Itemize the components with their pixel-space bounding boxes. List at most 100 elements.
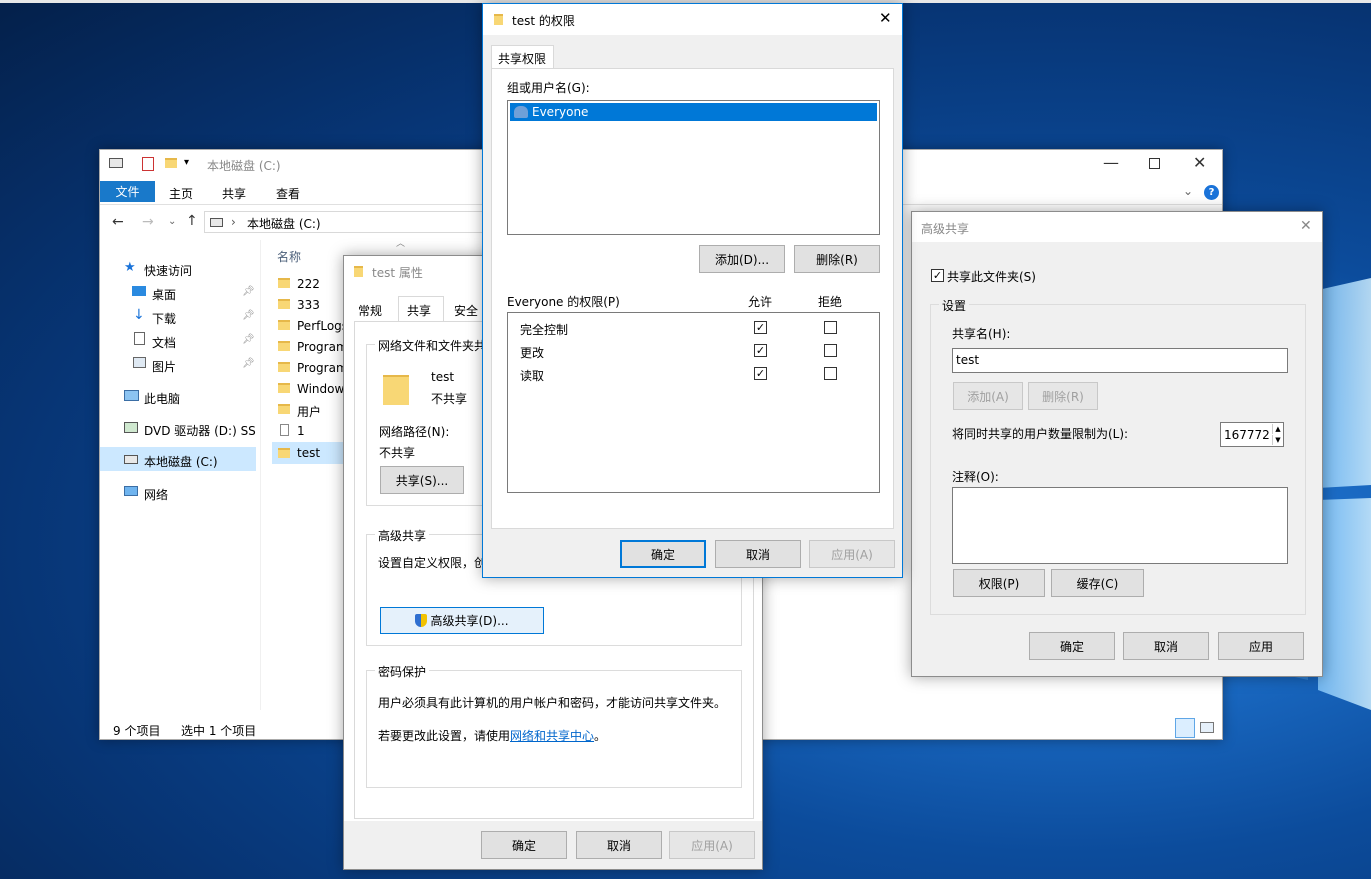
details-view-icon[interactable] (1175, 718, 1195, 738)
permissions-apply-button[interactable]: 应用(A) (809, 540, 895, 568)
customize-quick-icon[interactable]: ▾ (184, 157, 189, 168)
file-item-222[interactable]: 222 (297, 277, 320, 291)
recent-locations-icon[interactable]: ⌄ (168, 216, 176, 227)
file-item-program-files-x86[interactable]: Program (297, 361, 348, 375)
new-folder-quick-icon[interactable] (165, 158, 177, 168)
user-limit-value: 167772 (1224, 428, 1270, 442)
advanced-sharing-button[interactable]: 高级共享(D)... (380, 607, 544, 634)
permissions-cancel-button[interactable]: 取消 (715, 540, 801, 568)
read-deny-checkbox[interactable] (824, 367, 837, 380)
help-icon[interactable]: ? (1204, 185, 1219, 200)
nav-downloads[interactable]: 下载 (152, 310, 176, 327)
cache-button[interactable]: 缓存(C) (1051, 569, 1144, 597)
permissions-close-icon[interactable]: ✕ (879, 9, 892, 27)
user-item-everyone[interactable]: Everyone (510, 103, 877, 121)
folder-icon (278, 404, 290, 414)
full-control-allow-checkbox[interactable]: ✓ (754, 321, 767, 334)
settings-group: 设置 共享名(H): test 添加(A) 删除(R) 将同时共享的用户数量限制… (930, 297, 1306, 615)
comment-textarea[interactable] (952, 487, 1288, 564)
permissions-ok-button[interactable]: 确定 (620, 540, 706, 568)
nav-desktop[interactable]: 桌面 (152, 286, 176, 303)
tab-share-permissions-label: 共享权限 (498, 52, 547, 66)
allow-column-header: 允许 (748, 295, 773, 309)
file-item-1[interactable]: 1 (297, 424, 305, 438)
comment-label: 注释(O): (952, 470, 999, 484)
uac-shield-icon (415, 614, 428, 627)
tab-general[interactable]: 常规 (358, 302, 382, 319)
nav-this-pc[interactable]: 此电脑 (144, 390, 180, 407)
ribbon-tab-file[interactable]: 文件 (100, 181, 155, 202)
share-folder-checkbox[interactable]: ✓ (931, 269, 944, 282)
nav-pictures[interactable]: 图片 (152, 358, 176, 375)
network-sharing-center-link[interactable]: 网络和共享中心 (510, 729, 594, 743)
properties-title-folder-icon (354, 266, 363, 277)
user-limit-label: 将同时共享的用户数量限制为(L): (952, 427, 1129, 441)
up-icon[interactable]: ↑ (186, 213, 198, 229)
tab-share-permissions[interactable]: 共享权限 (491, 45, 554, 69)
permissions-remove-button[interactable]: 删除(R) (794, 245, 880, 273)
permissions-for-label: Everyone 的权限(P) (507, 295, 620, 309)
column-header-name[interactable]: 名称 (277, 248, 301, 265)
spin-down-icon[interactable]: ▼ (1272, 435, 1283, 445)
close-icon[interactable]: ✕ (1193, 153, 1206, 172)
settings-group-title: 设置 (939, 297, 970, 314)
properties-ok-button[interactable]: 确定 (481, 831, 567, 859)
file-item-test-selected[interactable]: test (272, 442, 344, 464)
properties-apply-button[interactable]: 应用(A) (669, 831, 755, 859)
advanced-close-icon[interactable]: ✕ (1300, 218, 1312, 234)
read-allow-checkbox[interactable]: ✓ (754, 367, 767, 380)
user-limit-spinner[interactable]: 167772 ▲ ▼ (1220, 422, 1284, 447)
permissions-button[interactable]: 权限(P) (953, 569, 1045, 597)
share-name-remove-button[interactable]: 删除(R) (1028, 382, 1098, 410)
address-bar[interactable]: › 本地磁盘 (C:) (204, 211, 489, 233)
nav-network[interactable]: 网络 (144, 486, 168, 503)
file-item-program-files[interactable]: Program (297, 340, 348, 354)
nav-local-disk-selected[interactable]: 本地磁盘 (C:) (100, 447, 256, 471)
tab-sharing-label: 共享 (407, 304, 432, 318)
advanced-cancel-button[interactable]: 取消 (1123, 632, 1209, 660)
change-allow-checkbox[interactable]: ✓ (754, 344, 767, 357)
share-name-input[interactable]: test (952, 348, 1288, 373)
permissions-titlebar[interactable]: test 的权限 ✕ (483, 4, 902, 35)
folder-icon (278, 299, 290, 309)
quick-access-star-icon: ★ (124, 260, 136, 275)
deny-column-header: 拒绝 (818, 295, 843, 309)
nav-quick-access[interactable]: 快速访问 (144, 262, 192, 279)
advanced-titlebar[interactable]: 高级共享 ✕ (912, 212, 1322, 242)
ribbon-expand-icon[interactable]: ⌄ (1183, 184, 1193, 198)
tab-sharing[interactable]: 共享 (398, 296, 444, 322)
properties-cancel-button[interactable]: 取消 (576, 831, 662, 859)
advanced-apply-button[interactable]: 应用 (1218, 632, 1304, 660)
forward-icon[interactable]: → (142, 214, 154, 230)
user-listbox[interactable]: Everyone (507, 100, 880, 235)
network-icon (124, 486, 138, 496)
password-change-suffix: 。 (594, 729, 607, 743)
maximize-icon[interactable] (1149, 158, 1160, 169)
back-icon[interactable]: ← (112, 214, 124, 230)
advanced-ok-button[interactable]: 确定 (1029, 632, 1115, 660)
ribbon-tab-home[interactable]: 主页 (169, 185, 193, 202)
file-item-perflogs[interactable]: PerfLogs (297, 319, 348, 333)
large-icons-view-icon[interactable] (1200, 722, 1214, 733)
change-deny-checkbox[interactable] (824, 344, 837, 357)
sort-up-icon: ︿ (396, 239, 406, 249)
permissions-tab-panel: 组或用户名(G): Everyone 添加(D)... 删除(R) Everyo… (491, 68, 894, 529)
file-item-333[interactable]: 333 (297, 298, 320, 312)
spin-up-icon[interactable]: ▲ (1272, 424, 1283, 434)
folder-icon (278, 320, 290, 330)
share-name-add-button[interactable]: 添加(A) (953, 382, 1023, 410)
properties-title: test 属性 (372, 266, 423, 280)
ribbon-tab-view[interactable]: 查看 (276, 185, 300, 202)
nav-documents[interactable]: 文档 (152, 334, 176, 351)
nav-dvd-drive[interactable]: DVD 驱动器 (D:) SSS (144, 422, 256, 439)
properties-quick-icon[interactable] (142, 157, 154, 171)
full-control-deny-checkbox[interactable] (824, 321, 837, 334)
network-path-value: 不共享 (379, 446, 416, 460)
minimize-icon[interactable]: — (1103, 153, 1119, 172)
ribbon-tab-share[interactable]: 共享 (222, 185, 246, 202)
permissions-add-button[interactable]: 添加(D)... (699, 245, 785, 273)
share-button[interactable]: 共享(S)... (380, 466, 464, 494)
tab-security[interactable]: 安全 (454, 302, 478, 319)
file-item-users[interactable]: 用户 (297, 403, 321, 420)
file-item-windows[interactable]: Window (297, 382, 344, 396)
